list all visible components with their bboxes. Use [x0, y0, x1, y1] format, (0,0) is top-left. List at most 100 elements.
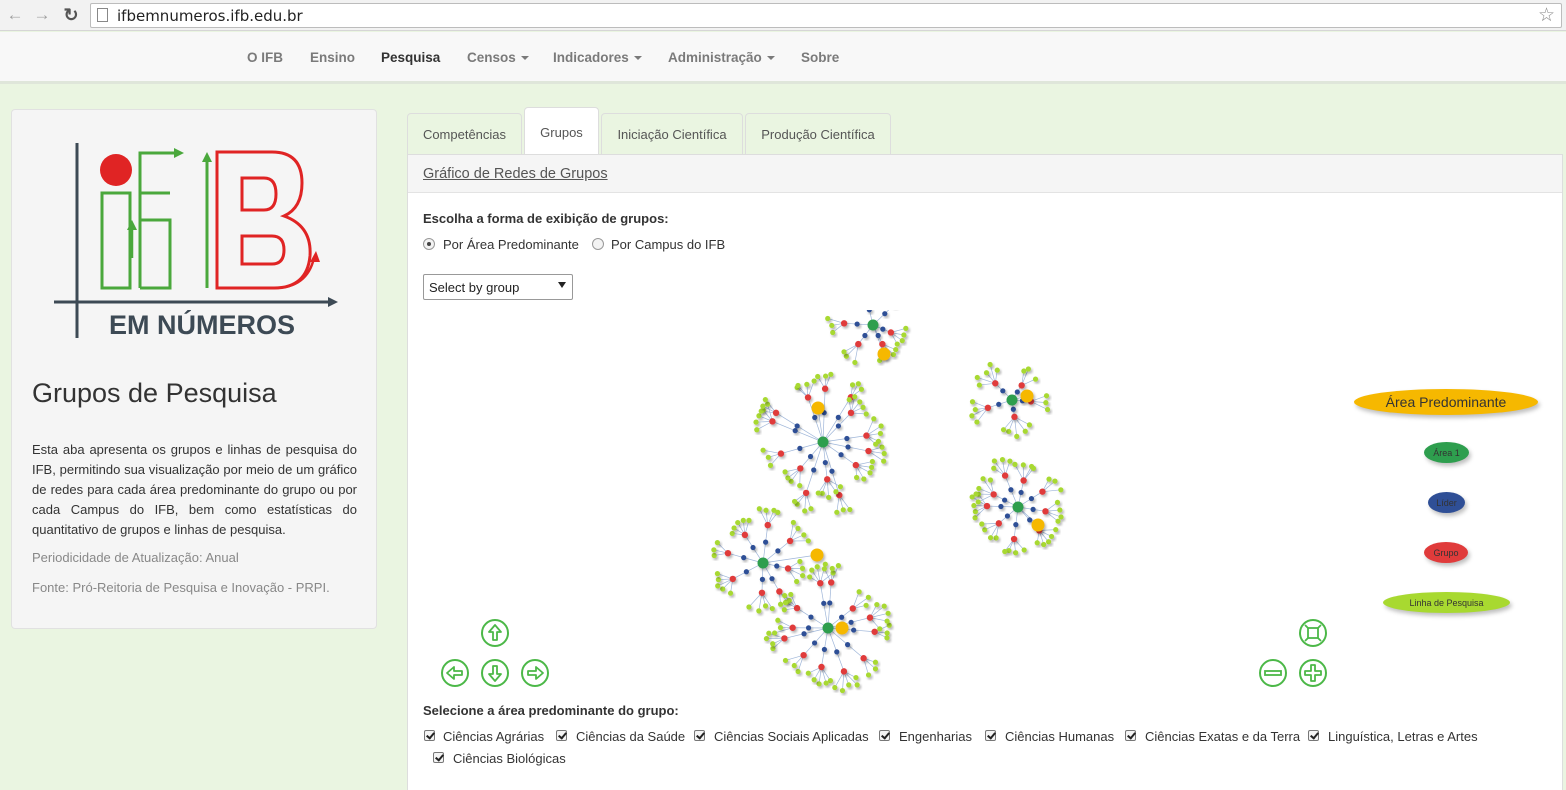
group-node[interactable] [840, 320, 848, 327]
zoom-in-icon[interactable] [1298, 658, 1328, 688]
group-node[interactable] [802, 489, 810, 497]
research-line-node[interactable] [881, 458, 887, 464]
research-line-node[interactable] [856, 589, 862, 595]
leader-node[interactable] [821, 600, 827, 606]
research-line-node[interactable] [877, 626, 883, 632]
leader-node[interactable] [774, 563, 780, 569]
research-line-node[interactable] [867, 470, 873, 476]
tab-grupos[interactable]: Grupos [524, 107, 599, 156]
arrow-down-icon[interactable] [480, 658, 510, 688]
leader-node[interactable] [844, 435, 850, 442]
research-line-node[interactable] [1007, 458, 1013, 464]
leader-node[interactable] [1028, 495, 1035, 502]
leader-node[interactable] [763, 539, 769, 545]
group-node[interactable] [776, 588, 783, 595]
group-node[interactable] [887, 329, 895, 336]
research-line-node[interactable] [770, 641, 776, 647]
research-line-node[interactable] [714, 571, 721, 577]
bookmark-star-icon[interactable]: ☆ [1538, 4, 1555, 27]
research-line-node[interactable] [901, 332, 907, 338]
research-line-node[interactable] [1048, 533, 1055, 540]
research-line-node[interactable] [746, 604, 752, 610]
research-line-node[interactable] [822, 561, 828, 567]
research-line-node[interactable] [763, 507, 769, 513]
group-node[interactable] [741, 531, 749, 539]
research-line-node[interactable] [863, 602, 869, 608]
research-line-node[interactable] [1046, 539, 1052, 545]
research-line-node[interactable] [871, 416, 877, 422]
nav-item-pesquisa[interactable]: Pesquisa [381, 50, 440, 65]
checkbox-ciencias-humanas[interactable] [985, 730, 996, 741]
research-line-node[interactable] [991, 465, 997, 471]
leader-node[interactable] [875, 332, 881, 339]
group-node[interactable] [793, 604, 801, 612]
leader-node[interactable] [1000, 388, 1006, 394]
leader-node[interactable] [821, 646, 828, 653]
leader-node[interactable] [848, 619, 854, 625]
research-line-node[interactable] [763, 635, 770, 642]
research-line-node[interactable] [823, 373, 829, 379]
group-node[interactable] [855, 340, 862, 348]
group-node[interactable] [879, 340, 886, 348]
group-node[interactable] [800, 651, 807, 659]
research-line-node[interactable] [860, 404, 866, 410]
research-line-node[interactable] [727, 590, 734, 596]
research-line-node[interactable] [983, 370, 990, 376]
group-node[interactable] [724, 549, 732, 557]
research-line-node[interactable] [1044, 406, 1051, 413]
leader-node[interactable] [1004, 513, 1011, 519]
research-line-node[interactable] [837, 484, 844, 490]
research-line-node[interactable] [854, 474, 860, 481]
group-node[interactable] [781, 635, 788, 642]
back-arrow-icon[interactable]: ← [5, 5, 25, 25]
research-line-node[interactable] [809, 567, 815, 573]
research-line-node[interactable] [974, 374, 980, 381]
research-line-node[interactable] [980, 476, 986, 482]
research-line-node[interactable] [756, 608, 762, 614]
group-node[interactable] [786, 537, 794, 545]
research-line-node[interactable] [1021, 368, 1027, 374]
research-line-node[interactable] [760, 447, 766, 453]
research-line-node[interactable] [1058, 514, 1064, 520]
tab-producao-cientifica[interactable]: Produção Científica [745, 113, 891, 155]
area-node[interactable] [822, 622, 834, 634]
leader-node[interactable] [996, 401, 1002, 407]
leader-node[interactable] [1030, 506, 1036, 512]
radio-campus[interactable] [592, 238, 604, 250]
research-line-node[interactable] [805, 538, 811, 544]
nav-item-sobre[interactable]: Sobre [801, 50, 839, 65]
research-line-node[interactable] [772, 630, 778, 636]
research-line-node[interactable] [785, 475, 791, 481]
research-line-node[interactable] [835, 563, 842, 569]
research-line-node[interactable] [884, 630, 890, 636]
research-line-node[interactable] [974, 419, 980, 425]
research-line-node[interactable] [814, 564, 820, 570]
research-line-node[interactable] [846, 682, 852, 688]
research-line-node[interactable] [729, 530, 735, 537]
research-line-node[interactable] [1013, 550, 1019, 556]
checkbox-linguistica[interactable] [1308, 730, 1319, 741]
research-line-node[interactable] [825, 315, 831, 322]
leader-node[interactable] [854, 321, 860, 327]
research-line-node[interactable] [972, 406, 978, 413]
research-line-node[interactable] [765, 454, 771, 460]
research-line-node[interactable] [1052, 478, 1058, 484]
leader-node[interactable] [805, 625, 812, 631]
group-node[interactable] [1001, 472, 1009, 479]
leader-node[interactable] [1010, 406, 1016, 412]
research-line-node[interactable] [794, 578, 800, 585]
research-line-node[interactable] [885, 610, 891, 616]
nav-item-ensino[interactable]: Ensino [310, 50, 355, 65]
research-line-node[interactable] [1022, 428, 1028, 434]
research-line-node[interactable] [764, 401, 771, 407]
tab-iniciacao-cientifica[interactable]: Iniciação Científica [601, 113, 743, 155]
research-line-node[interactable] [881, 603, 887, 609]
research-line-node[interactable] [790, 519, 796, 526]
research-line-node[interactable] [987, 361, 993, 368]
research-line-node[interactable] [767, 462, 774, 468]
leader-node[interactable] [851, 627, 857, 633]
research-line-node[interactable] [720, 586, 726, 592]
research-line-node[interactable] [777, 601, 784, 607]
research-line-node[interactable] [872, 666, 879, 672]
research-line-node[interactable] [823, 680, 829, 686]
